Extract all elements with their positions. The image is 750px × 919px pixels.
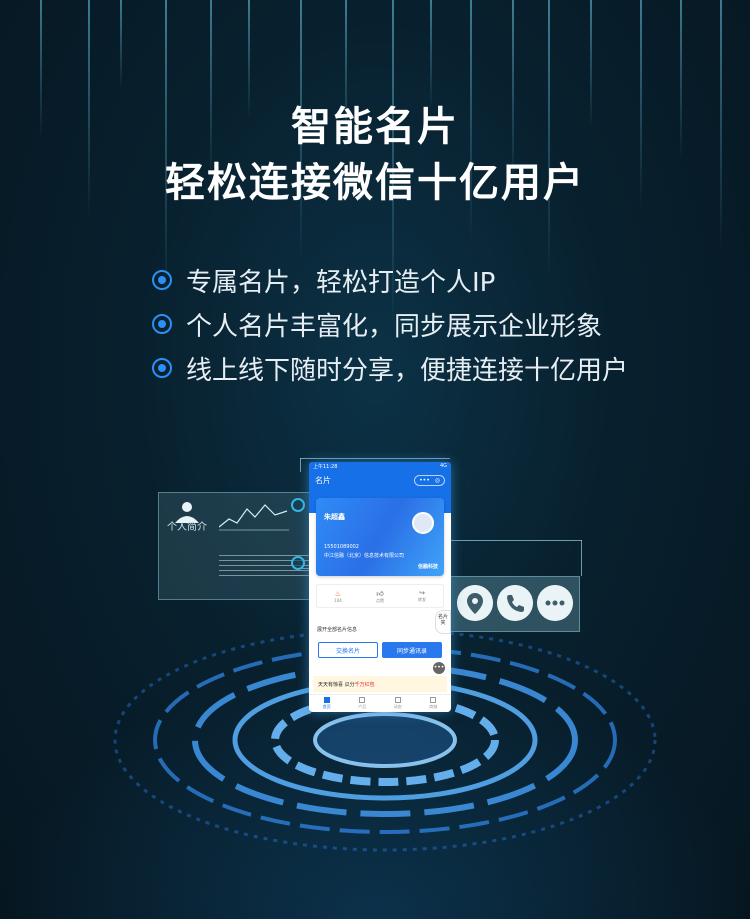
exchange-card-button[interactable]: 交换名片 bbox=[318, 642, 378, 658]
chat-bubble-icon bbox=[537, 585, 573, 621]
card-name: 朱超鑫 bbox=[324, 513, 345, 521]
status-signal: 4G bbox=[439, 463, 447, 469]
more-icon[interactable]: ••• bbox=[433, 662, 445, 674]
promo-banner[interactable]: 天天有惊喜 瓜分千万红包 bbox=[313, 676, 447, 692]
expand-card-info[interactable]: 展开全部名片信息 bbox=[317, 626, 357, 633]
card-phone: 15501089002 bbox=[324, 544, 359, 550]
fire-icon: ♨ bbox=[334, 589, 342, 598]
banner-text: 天天有惊喜 瓜分 bbox=[318, 682, 355, 688]
connector-line bbox=[300, 458, 301, 472]
stat-likes[interactable]: 👍︎ 点赞 bbox=[359, 585, 401, 607]
trend-line-icon bbox=[219, 504, 289, 531]
profile-label: 个人简介 bbox=[167, 522, 207, 533]
headline-title: 智能名片 bbox=[291, 104, 459, 150]
target-icon[interactable]: ◎ bbox=[435, 477, 440, 484]
tab-label: 首页 bbox=[322, 704, 331, 709]
stat-views[interactable]: ♨ 104 bbox=[317, 585, 359, 607]
bullet-icon bbox=[152, 358, 172, 378]
card-stats: ♨ 104 👍︎ 点赞 ↪ 转发 bbox=[316, 584, 444, 608]
phone-status-bar: 上午11:28 4G bbox=[309, 462, 451, 471]
profile-text-lines bbox=[219, 551, 323, 580]
feature-item: 专属名片，轻松打造个人IP bbox=[152, 258, 628, 302]
headline-subtitle: 轻松连接微信十亿用户 bbox=[165, 160, 585, 206]
tab-products[interactable]: 产品 bbox=[345, 695, 381, 712]
feature-text: 个人名片丰富化，同步展示企业形象 bbox=[186, 311, 603, 342]
status-time: 上午11:28 bbox=[313, 464, 338, 470]
node-icon bbox=[291, 498, 305, 512]
grid-icon bbox=[359, 697, 366, 703]
more-dots-icon[interactable]: ••• bbox=[419, 477, 430, 484]
banner-highlight: 千万红包 bbox=[354, 682, 375, 688]
connector-line bbox=[450, 540, 582, 541]
stat-label: 转发 bbox=[418, 597, 426, 602]
connector-line bbox=[300, 458, 450, 459]
connector-line bbox=[581, 540, 582, 576]
sync-contacts-button[interactable]: 同步通讯录 bbox=[382, 642, 442, 658]
tab-news[interactable]: 动态 bbox=[380, 695, 416, 712]
company-logo: 信融科技 bbox=[417, 564, 438, 570]
avatar bbox=[412, 512, 434, 534]
shop-icon bbox=[430, 697, 437, 703]
feature-item: 个人名片丰富化，同步展示企业形象 bbox=[152, 302, 628, 346]
tab-label: 商城 bbox=[429, 704, 438, 709]
phone-mockup: 上午11:28 4G 名片 ••• ◎ 朱超鑫 15501089002 中江信融… bbox=[309, 462, 451, 712]
node-icon bbox=[291, 556, 305, 570]
person-icon bbox=[175, 502, 199, 523]
tab-home[interactable]: 首页 bbox=[309, 695, 345, 712]
business-card[interactable]: 朱超鑫 15501089002 中江信融（北京）信息技术有限公司 信融科技 bbox=[316, 498, 444, 576]
phone-nav-bar: 名片 ••• ◎ bbox=[309, 471, 451, 489]
bullet-icon bbox=[152, 314, 172, 334]
feature-text: 专属名片，轻松打造个人IP bbox=[186, 267, 496, 298]
stat-shares[interactable]: ↪ 转发 bbox=[401, 585, 443, 607]
nav-title: 名片 bbox=[315, 475, 331, 485]
stat-label: 104 bbox=[334, 597, 342, 603]
feature-text: 线上线下随时分享，便捷连接十亿用户 bbox=[186, 355, 629, 386]
phone-icon bbox=[497, 585, 533, 621]
thumbs-up-icon: 👍︎ bbox=[376, 589, 384, 598]
feature-list: 专属名片，轻松打造个人IP 个人名片丰富化，同步展示企业形象 线上线下随时分享，… bbox=[152, 258, 628, 390]
tab-label: 动态 bbox=[393, 704, 402, 709]
stat-label: 点赞 bbox=[376, 597, 384, 603]
feature-item: 线上线下随时分享，便捷连接十亿用户 bbox=[152, 346, 628, 390]
card-company: 中江信融（北京）信息技术有限公司 bbox=[324, 553, 405, 559]
capsule-menu[interactable]: ••• ◎ bbox=[414, 474, 445, 486]
play-icon bbox=[394, 697, 401, 703]
tab-mall[interactable]: 商城 bbox=[416, 695, 452, 712]
location-pin-icon bbox=[457, 585, 493, 621]
bullet-icon bbox=[152, 270, 172, 290]
card-holder-tab[interactable]: 名片夹 bbox=[435, 610, 451, 634]
home-icon bbox=[323, 697, 330, 703]
bottom-tab-bar: 首页 产品 动态 商城 bbox=[309, 694, 451, 712]
share-icon: ↪ bbox=[419, 589, 425, 597]
tab-label: 产品 bbox=[358, 704, 367, 709]
